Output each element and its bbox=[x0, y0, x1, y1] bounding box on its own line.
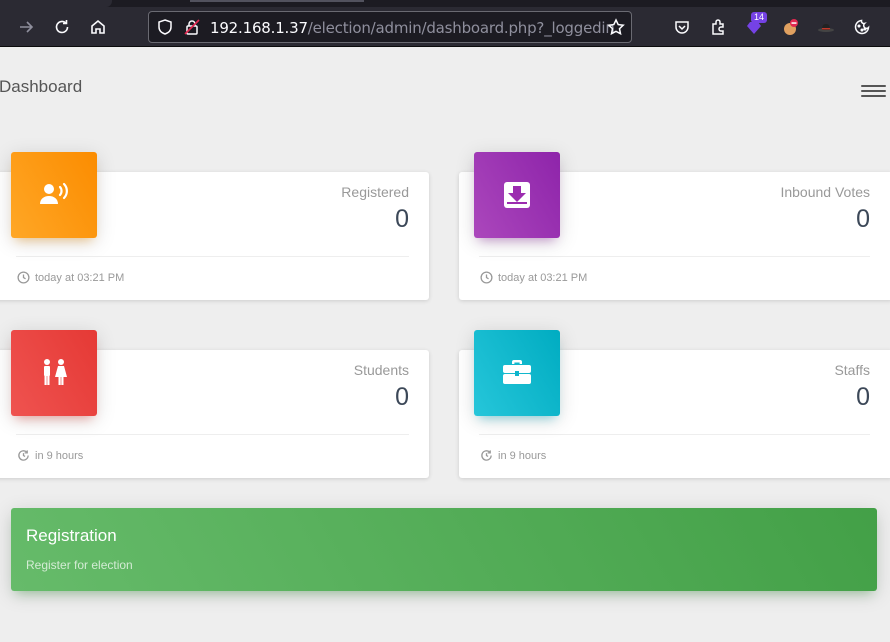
registration-card[interactable]: Registration Register for election bbox=[11, 508, 877, 591]
extension-blocked-icon[interactable] bbox=[778, 15, 802, 39]
card-divider bbox=[479, 256, 870, 257]
clock-icon bbox=[17, 271, 30, 284]
card-label: Registered bbox=[341, 184, 409, 200]
url-host: 192.168.1.37 bbox=[210, 19, 308, 37]
browser-toolbar: 192.168.1.37/election/admin/dashboard.ph… bbox=[0, 7, 890, 47]
card-footer: in 9 hours bbox=[17, 449, 83, 462]
card-footer: today at 03:21 PM bbox=[17, 271, 124, 284]
forward-arrow-icon[interactable] bbox=[14, 15, 38, 39]
registration-title: Registration bbox=[26, 526, 117, 545]
card-footer: in 9 hours bbox=[480, 449, 546, 462]
browser-tab[interactable] bbox=[0, 0, 112, 7]
card-divider bbox=[479, 434, 870, 435]
refresh-clock-icon bbox=[481, 450, 492, 461]
inbound-votes-icon-box bbox=[474, 152, 560, 238]
refresh-clock-icon bbox=[18, 450, 29, 461]
male-female-icon bbox=[44, 359, 67, 385]
address-bar[interactable]: 192.168.1.37/election/admin/dashboard.ph… bbox=[148, 11, 632, 43]
card-label: Inbound Votes bbox=[780, 184, 870, 200]
browser-tabstrip bbox=[0, 0, 890, 7]
card-footer-text: today at 03:21 PM bbox=[35, 271, 125, 284]
cookie-icon[interactable] bbox=[850, 15, 874, 39]
home-icon[interactable] bbox=[86, 15, 110, 39]
card-footer-text: today at 03:21 PM bbox=[498, 271, 588, 284]
card-value: 0 bbox=[856, 383, 870, 411]
pocket-icon[interactable] bbox=[670, 15, 694, 39]
students-icon-box bbox=[11, 330, 97, 416]
url-path: /election/admin/dashboard.php?_loggedin bbox=[307, 19, 615, 37]
dashboard-page: Dashboard Registered 0 today at 03:21 PM… bbox=[0, 48, 890, 642]
card-footer: today at 03:21 PM bbox=[480, 271, 587, 284]
shield-icon[interactable] bbox=[156, 18, 174, 36]
card-label: Students bbox=[353, 362, 409, 378]
card-label: Staffs bbox=[834, 362, 870, 378]
card-value: 0 bbox=[395, 205, 409, 233]
extension-badge: 14 bbox=[751, 12, 768, 23]
extensions-puzzle-icon[interactable] bbox=[706, 15, 730, 39]
clock-icon bbox=[480, 271, 493, 284]
staffs-icon-box bbox=[474, 330, 560, 416]
card-divider bbox=[16, 256, 409, 257]
reload-icon[interactable] bbox=[50, 15, 74, 39]
card-divider bbox=[16, 434, 409, 435]
insecure-lock-icon[interactable] bbox=[183, 18, 201, 36]
card-footer-text: in 9 hours bbox=[35, 449, 84, 462]
page-title: Dashboard bbox=[0, 77, 83, 96]
inbox-download-icon bbox=[504, 182, 530, 208]
card-value: 0 bbox=[395, 383, 409, 411]
extension-hat-icon[interactable] bbox=[814, 15, 838, 39]
menu-hamburger-icon[interactable] bbox=[861, 85, 886, 99]
card-value: 0 bbox=[856, 205, 870, 233]
registration-subtitle: Register for election bbox=[26, 558, 133, 572]
card-footer-text: in 9 hours bbox=[498, 449, 547, 462]
active-tab-indicator bbox=[190, 0, 364, 2]
registered-icon-box bbox=[11, 152, 97, 238]
bookmark-star-icon[interactable] bbox=[607, 18, 625, 36]
briefcase-icon bbox=[503, 360, 531, 384]
url-text[interactable]: 192.168.1.37/election/admin/dashboard.ph… bbox=[210, 19, 615, 37]
speaker-person-icon bbox=[40, 182, 68, 204]
